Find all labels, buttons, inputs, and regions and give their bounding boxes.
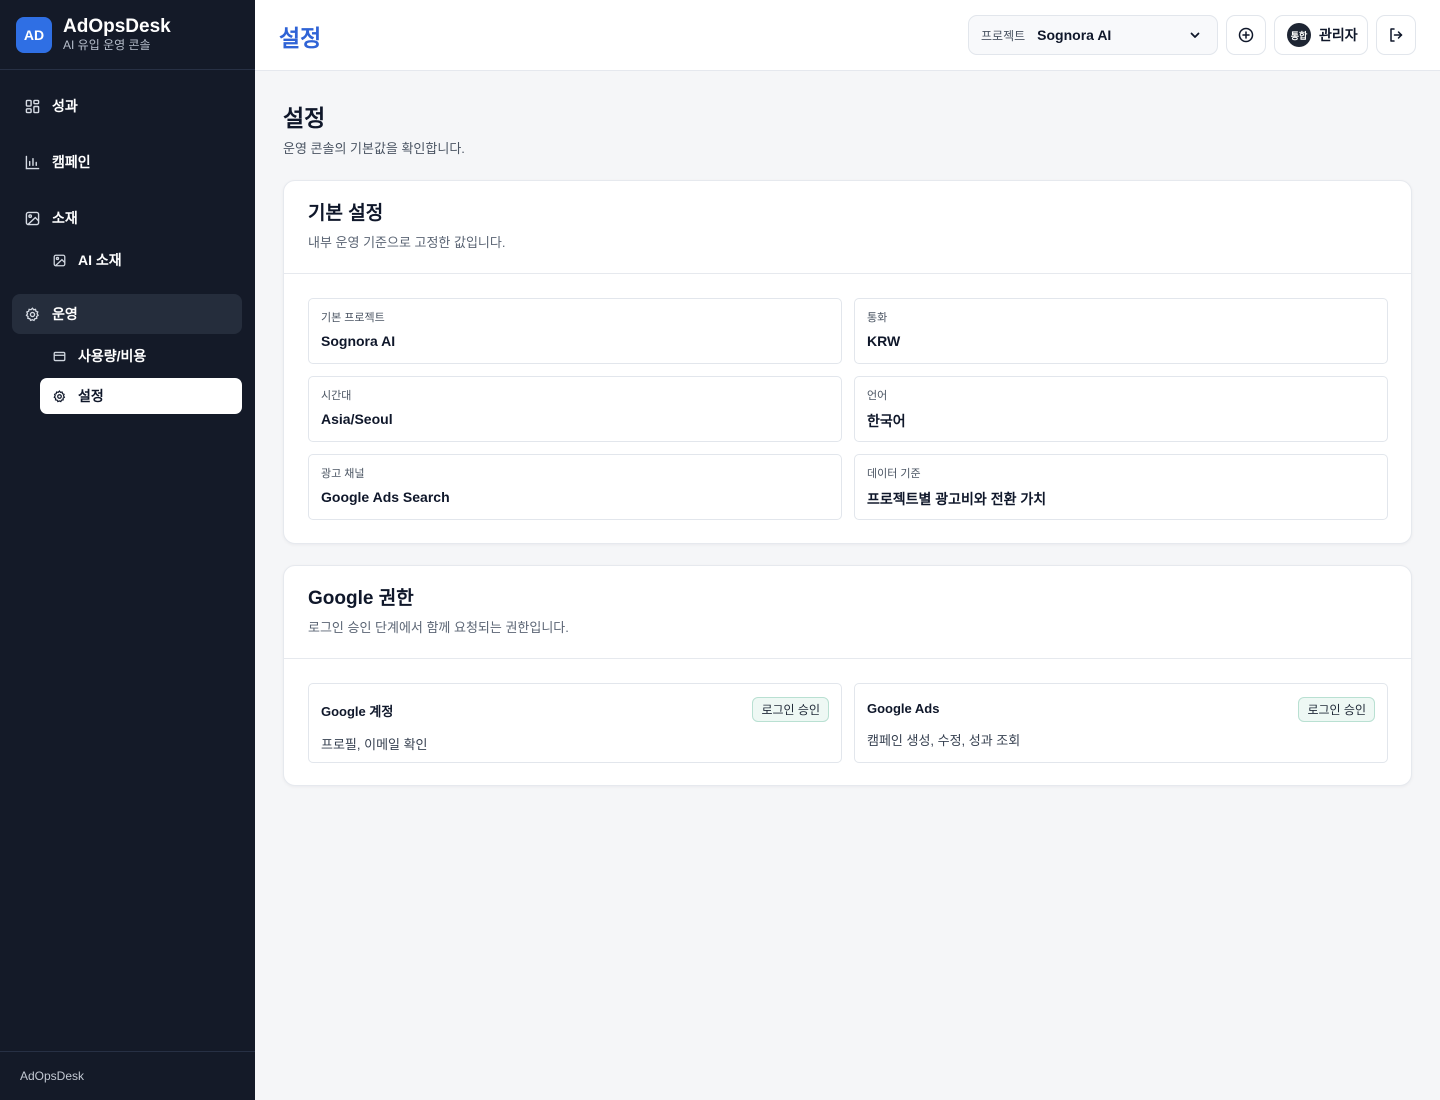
logout-button[interactable] bbox=[1376, 15, 1416, 55]
user-name: 관리자 bbox=[1319, 27, 1358, 43]
permission-google-account: Google 계정 로그인 승인 프로필, 이메일 확인 bbox=[308, 683, 842, 763]
sidebar-item-label: 성과 bbox=[52, 98, 78, 114]
user-menu-button[interactable]: 통합 관리자 bbox=[1274, 15, 1368, 55]
sidebar-item-label: 소재 bbox=[52, 210, 78, 226]
status-badge: 로그인 승인 bbox=[1298, 697, 1375, 722]
status-badge: 로그인 승인 bbox=[752, 697, 829, 722]
card-subtitle: 내부 운영 기준으로 고정한 값입니다. bbox=[308, 235, 506, 250]
sidebar-item-operations[interactable]: 운영 bbox=[12, 294, 242, 334]
brand[interactable]: AD AdOpsDesk AI 유입 운영 콘솔 bbox=[0, 0, 255, 70]
add-button[interactable] bbox=[1226, 15, 1266, 55]
sidebar-item-label: 사용량/비용 bbox=[78, 348, 147, 364]
image-icon bbox=[24, 210, 40, 226]
field-value: Sognora AI bbox=[321, 333, 396, 349]
bar-chart-icon bbox=[24, 154, 40, 170]
field-default-project: 기본 프로젝트 Sognora AI bbox=[308, 298, 842, 364]
chevron-down-icon bbox=[1189, 28, 1203, 42]
field-value: 프로젝트별 광고비와 전환 가치 bbox=[867, 491, 1047, 507]
field-label: 데이터 기준 bbox=[867, 468, 921, 480]
field-language: 언어 한국어 bbox=[854, 376, 1388, 442]
plus-circle-icon bbox=[1238, 27, 1254, 43]
basic-settings-card: 기본 설정 내부 운영 기준으로 고정한 값입니다. 기본 프로젝트 Sogno… bbox=[283, 180, 1412, 544]
google-permissions-card: Google 권한 로그인 승인 단계에서 함께 요청되는 권한입니다. Goo… bbox=[283, 565, 1412, 786]
field-value: 한국어 bbox=[867, 413, 906, 429]
sidebar-footer: AdOpsDesk bbox=[0, 1051, 255, 1100]
field-timezone: 시간대 Asia/Seoul bbox=[308, 376, 842, 442]
page-title: 설정 bbox=[283, 105, 326, 131]
field-label: 언어 bbox=[867, 390, 888, 402]
field-label: 광고 채널 bbox=[321, 468, 365, 480]
sidebar-item-label: 설정 bbox=[78, 388, 104, 404]
image-icon bbox=[52, 253, 66, 267]
gear-icon bbox=[52, 389, 66, 403]
card-title: 기본 설정 bbox=[308, 203, 384, 224]
field-label: 시간대 bbox=[321, 390, 352, 402]
sidebar-item-label: 운영 bbox=[52, 306, 78, 322]
project-select-value: Sognora AI bbox=[1037, 27, 1112, 43]
sidebar-item-campaigns[interactable]: 캠페인 bbox=[12, 142, 242, 182]
field-currency: 통화 KRW bbox=[854, 298, 1388, 364]
dashboard-grid-icon bbox=[24, 98, 40, 114]
field-label: 통화 bbox=[867, 312, 888, 324]
card-subtitle: 로그인 승인 단계에서 함께 요청되는 권한입니다. bbox=[308, 620, 569, 635]
gear-icon bbox=[24, 306, 40, 322]
sidebar-item-label: 캠페인 bbox=[52, 154, 91, 170]
permission-description: 프로필, 이메일 확인 bbox=[321, 737, 428, 752]
permission-google-ads: Google Ads 로그인 승인 캠페인 생성, 수정, 성과 조회 bbox=[854, 683, 1388, 763]
brand-name: AdOpsDesk bbox=[63, 15, 171, 37]
brand-subtitle: AI 유입 운영 콘솔 bbox=[63, 37, 151, 52]
sidebar-item-usage-cost[interactable]: 사용량/비용 bbox=[40, 338, 242, 374]
sidebar-item-settings[interactable]: 설정 bbox=[40, 378, 242, 414]
project-select[interactable]: 프로젝트 Sognora AI bbox=[968, 15, 1218, 55]
sidebar-item-ai-creatives[interactable]: AI 소재 bbox=[40, 242, 242, 278]
card-title: Google 권한 bbox=[308, 588, 414, 609]
field-value: KRW bbox=[867, 333, 901, 349]
field-data-basis: 데이터 기준 프로젝트별 광고비와 전환 가치 bbox=[854, 454, 1388, 520]
field-label: 기본 프로젝트 bbox=[321, 312, 385, 324]
card-icon bbox=[52, 349, 66, 363]
header-title: 설정 bbox=[279, 25, 322, 51]
field-value: Asia/Seoul bbox=[321, 411, 393, 427]
page-description: 운영 콘솔의 기본값을 확인합니다. bbox=[283, 141, 465, 156]
brand-logo: AD bbox=[16, 16, 52, 53]
sidebar-item-label: AI 소재 bbox=[78, 252, 122, 268]
top-header: 설정 프로젝트 Sognora AI 통합 관리자 bbox=[255, 0, 1440, 71]
field-ad-channel: 광고 채널 Google Ads Search bbox=[308, 454, 842, 520]
logout-icon bbox=[1388, 27, 1404, 43]
sidebar-item-creatives[interactable]: 소재 bbox=[12, 198, 242, 238]
sidebar: AD AdOpsDesk AI 유입 운영 콘솔 성과 캠페인 소재 AI 소재… bbox=[0, 0, 255, 1100]
project-select-label: 프로젝트 bbox=[981, 28, 1026, 43]
permission-description: 캠페인 생성, 수정, 성과 조회 bbox=[867, 733, 1021, 748]
avatar: 통합 bbox=[1287, 23, 1311, 47]
sidebar-item-performance[interactable]: 성과 bbox=[12, 86, 242, 126]
field-value: Google Ads Search bbox=[321, 489, 450, 505]
